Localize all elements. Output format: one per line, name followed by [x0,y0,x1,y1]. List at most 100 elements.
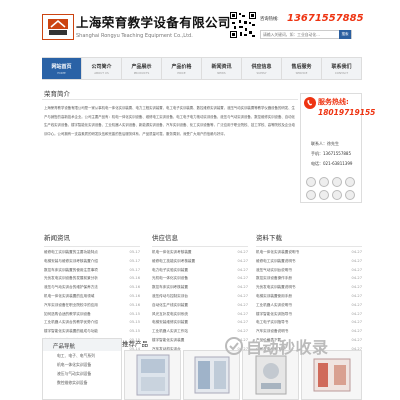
divider [152,246,248,247]
qq-icon[interactable] [319,177,329,187]
item-date: 05-15 [129,320,140,325]
list-item[interactable]: 维修电工技能实训考核装置 04-27 [152,259,248,268]
item-title[interactable]: 液压传动与控制实训台 [152,294,188,303]
nav-item-service[interactable]: 售后服务 SERVICE [282,58,322,79]
item-title[interactable]: 机电一体化实训考核装置 [152,250,192,259]
list-item[interactable]: 光伏发电实训装置说明书 04-27 [256,285,362,294]
product-nav-item[interactable]: 机电一体化实训设备 [43,360,121,369]
item-title[interactable]: 光伏发电实训设备的发展前景分析 [44,276,98,285]
product-nav-item[interactable]: 液压与气动实训设备 [43,369,121,378]
item-title[interactable]: 数控车床实训考核装置 [152,285,188,294]
search-input[interactable] [261,31,339,38]
item-title[interactable]: 机电一体化实训装置说明书 [256,250,299,259]
item-title[interactable]: 机电一体化实训装置的应用领域 [44,294,94,303]
item-date: 04-27 [351,276,362,281]
item-date: 05-17 [129,250,140,254]
search-box: 搜索 [260,30,352,39]
list-item[interactable]: 机电一体化实训考核装置 04-27 [152,250,248,259]
item-date: 05-16 [129,293,140,298]
item-date: 04-27 [351,329,362,334]
list-item[interactable]: 电梯安装维修实训装置 04-27 [152,320,248,329]
nav-sublabel: SUPPLY [256,70,267,75]
item-title[interactable]: 自动化生产线实训装置 [152,303,188,312]
item-title[interactable]: 维修电工实训装置的主要功能特点 [44,250,98,259]
nav-item-supply[interactable]: 供应信息 SUPPLY [242,58,282,79]
list-item[interactable]: 维修电工实训装置的主要功能特点 05-17 [44,250,140,259]
item-title[interactable]: 楼宇智能化实训装置的组成与功能 [44,329,98,338]
list-item[interactable]: 液压传动与控制实训台 04-27 [152,294,248,303]
qq-icon[interactable] [332,177,342,187]
qq-icon[interactable] [319,190,329,200]
header: 上海荣育教学设备有限公司 Shanghai Rongyu Teaching Eq… [42,6,364,46]
item-date: 04-27 [237,267,248,272]
list-item[interactable]: 电梯安装与维修实训考核装置介绍 05-17 [44,259,140,268]
product-nav-item[interactable]: 电工、电子、电气系列 [43,351,121,360]
list-item[interactable]: 自动化生产线实训装置 04-27 [152,303,248,312]
list-item[interactable]: 数控车床实训考核装置 04-27 [152,285,248,294]
list-item[interactable]: 工业机器人实训台的教学优势介绍 05-15 [44,320,140,329]
divider [256,246,362,247]
product-thumb[interactable] [124,350,181,400]
item-date: 04-27 [351,302,362,307]
item-date: 04-27 [351,250,362,254]
item-title[interactable]: 电梯安装与维修实训考核装置介绍 [44,259,98,268]
qq-icon[interactable] [306,177,316,187]
list-item[interactable]: 楼宇智能化实训装置的组成与功能 05-15 [44,329,140,338]
nav-item-products[interactable]: 产品展示 PRODUCTS [122,58,162,79]
product-image-icon [255,355,286,395]
nav-sublabel: NEWS [217,70,226,75]
item-title[interactable]: 工业机器人实训台的教学优势介绍 [44,320,98,329]
about-title: 荣育简介 [44,90,70,98]
product-image-icon [136,354,169,396]
item-title[interactable]: 维修电工技能实训考核装置 [152,259,195,268]
phone-icon [304,97,316,109]
list-item[interactable]: 维修电工实训装置说明书 04-27 [256,259,362,268]
list-item[interactable]: 机电一体化实训装置说明书 04-27 [256,250,362,259]
list-item[interactable]: 液压与气动实训台的维护保养方法 05-16 [44,285,140,294]
watermark-logo-icon [225,337,243,355]
item-title[interactable]: 维修电工实训装置说明书 [256,259,296,268]
qr-code [230,12,256,42]
item-title[interactable]: 光机电一体化实训设备 [152,276,188,285]
item-title[interactable]: 楼宇智能化实训装置 [152,338,184,347]
item-title[interactable]: 电工电子实训指导书 [256,320,288,329]
list-item[interactable]: 机电一体化实训装置的应用领域 05-16 [44,294,140,303]
item-title[interactable]: 光伏发电实训装置说明书 [256,285,296,294]
item-date: 04-27 [237,293,248,298]
news-title: 新闻资讯 [44,234,70,242]
item-date: 05-16 [129,302,140,307]
qq-icon[interactable] [332,190,342,200]
nav-item-home[interactable]: 网站首页 HOME [42,58,82,79]
item-date: 04-27 [351,293,362,298]
list-item[interactable]: 数控实训设备操作手册 04-27 [256,276,362,285]
nav-item-contact[interactable]: 联系我们 CONTACT [322,58,362,79]
nav-item-news[interactable]: 新闻资讯 NEWS [202,58,242,79]
list-item[interactable]: 工业机器人实训说明书 04-27 [256,303,362,312]
hotline-number[interactable]: 13671557885 [287,13,364,24]
list-item[interactable]: 光机电一体化实训设备 04-27 [152,276,248,285]
item-title[interactable]: 汽车实训设备在职业院校中的应用 [44,303,98,312]
list-item[interactable]: 电工电子实训指导书 04-27 [256,320,362,329]
item-title[interactable]: 工业机器人实训说明书 [256,303,292,312]
nav-item-price[interactable]: 产品价格 PRICE [162,58,202,79]
item-title[interactable]: 电梯安装维修实训装置 [152,320,188,329]
search-button[interactable]: 搜索 [339,30,351,39]
item-title[interactable]: 工业机器人实训工作站 [152,329,188,338]
item-title[interactable]: 电梯实训装置使用手册 [256,294,292,303]
item-date: 04-27 [237,285,248,290]
item-date: 04-27 [351,285,362,290]
qq-icon[interactable] [345,190,355,200]
qq-icon[interactable] [345,177,355,187]
qq-icon[interactable] [306,190,316,200]
item-title[interactable]: 液压与气动实训台的维护保养方法 [44,285,98,294]
item-date: 04-27 [351,258,362,263]
download-title: 资料下载 [256,234,282,242]
product-nav-item[interactable]: 数控维修实训设备 [43,378,121,387]
list-item[interactable]: 光伏发电实训设备的发展前景分析 05-16 [44,276,140,285]
list-item[interactable]: 汽车实训设备在职业院校中的应用 05-16 [44,303,140,312]
service-phone[interactable]: 18019719155 [318,108,375,117]
list-item[interactable]: 电梯实训装置使用手册 04-27 [256,294,362,303]
item-title[interactable]: 数控实训设备操作手册 [256,276,292,285]
nav-item-about[interactable]: 公司简介 ABOUT US [82,58,122,79]
company-logo[interactable] [42,14,74,40]
